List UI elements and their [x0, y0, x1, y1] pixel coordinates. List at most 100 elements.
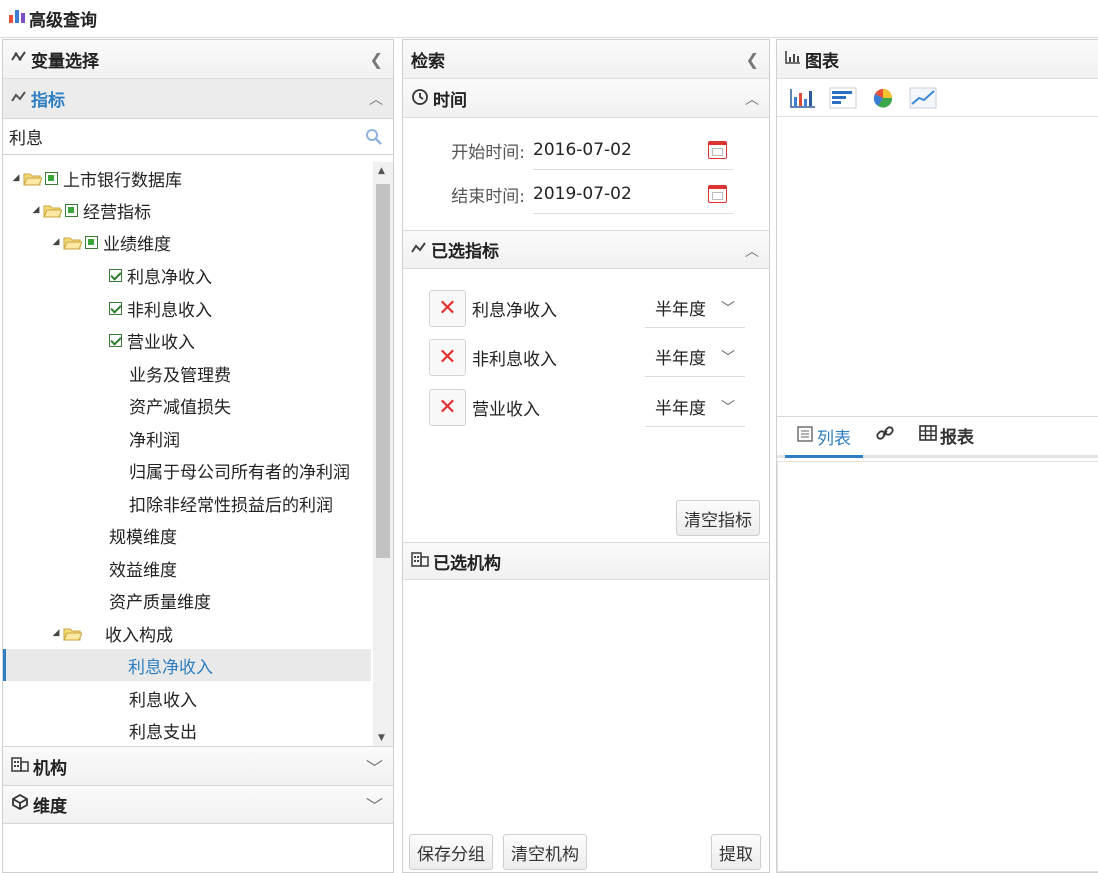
expand-icon[interactable]: ◢	[49, 628, 63, 638]
indicator-search-input[interactable]	[9, 126, 349, 147]
chevron-down-icon[interactable]: ﹀	[721, 397, 735, 417]
period-select[interactable]: 半年度 ﹀	[645, 387, 745, 427]
tree-leaf[interactable]: 业务及管理费	[129, 357, 231, 389]
expand-icon[interactable]: ◢	[49, 237, 63, 247]
calendar-icon[interactable]	[708, 141, 727, 159]
result-list-area	[777, 461, 1098, 872]
period-select[interactable]: 半年度 ﹀	[645, 288, 745, 328]
partial-checkbox[interactable]	[45, 171, 58, 185]
checked-checkbox[interactable]	[109, 268, 122, 282]
collapse-middle-icon[interactable]: ❮	[746, 40, 759, 79]
search-icon[interactable]	[365, 128, 383, 151]
tree-label: 利息支出	[129, 722, 197, 743]
tree-label: 规模维度	[109, 527, 177, 548]
tree-leaf-selected[interactable]: 利息净收入	[3, 649, 371, 681]
tab-link[interactable]	[863, 415, 907, 455]
end-date-field[interactable]: 2019-07-02	[533, 174, 733, 214]
partial-checkbox[interactable]	[85, 235, 98, 249]
tree-label: 非利息收入	[127, 300, 212, 321]
chevron-down-icon[interactable]: ﹀	[721, 347, 735, 367]
expand-icon[interactable]: ◢	[9, 173, 23, 183]
checked-checkbox[interactable]	[109, 301, 122, 315]
chevron-up-icon[interactable]: ︿	[745, 79, 759, 118]
tree-leaf-checked[interactable]: 非利息收入	[109, 292, 212, 324]
scroll-up-icon[interactable]: ▲	[378, 166, 385, 176]
remove-icon[interactable]: ✕	[429, 338, 466, 376]
building-icon	[411, 551, 429, 572]
chevron-down-icon[interactable]: ﹀	[366, 754, 383, 779]
indicator-tree: ◢ 上市银行数据库 ◢ 经营指标 ◢ 业绩维度 利息净收入 非利息收入 营业收入…	[3, 162, 373, 747]
org-section-title: 机构	[33, 758, 67, 779]
remove-icon[interactable]: ✕	[429, 289, 466, 327]
tree-label: 效益维度	[109, 560, 177, 581]
tree-label: 业绩维度	[103, 234, 171, 255]
tree-label: 经营指标	[83, 202, 151, 223]
tree-node-income[interactable]: ◢ 收入构成	[49, 617, 173, 649]
table-icon	[919, 424, 937, 446]
tree-leaf[interactable]: 净利润	[129, 422, 180, 454]
period-select[interactable]: 半年度 ﹀	[645, 337, 745, 377]
app-chart-icon	[8, 8, 26, 29]
tree-leaf[interactable]: 扣除非经常性损益后的利润	[129, 487, 333, 519]
chevron-up-icon[interactable]: ︿	[745, 231, 759, 270]
indicator-section-header[interactable]: 指标 ︿	[3, 79, 393, 119]
clear-indicators-button[interactable]: 清空指标	[676, 500, 760, 536]
period-value: 半年度	[655, 300, 706, 320]
tree-leaf[interactable]: 利息收入	[129, 682, 197, 714]
tree-node-level2[interactable]: ◢ 业绩维度	[49, 226, 171, 258]
start-date-row: 开始时间: 2016-07-02	[433, 129, 733, 171]
search-panel-header: 检索 ❮	[403, 40, 769, 79]
tree-label: 利息收入	[129, 690, 197, 711]
pie-chart-icon[interactable]	[869, 87, 897, 109]
start-date-field[interactable]: 2016-07-02	[533, 130, 733, 170]
dim-section-header[interactable]: 维度 ﹀	[3, 785, 393, 824]
indicator-section-title: 指标	[31, 91, 65, 111]
dim-section-title: 维度	[33, 797, 67, 817]
chevron-down-icon[interactable]: ﹀	[721, 298, 735, 318]
time-section-title: 时间	[433, 90, 467, 111]
bar-chart-icon[interactable]	[829, 87, 857, 109]
checked-checkbox[interactable]	[109, 333, 122, 347]
clear-orgs-button[interactable]: 清空机构	[503, 834, 587, 870]
time-section-header[interactable]: 时间 ︿	[403, 79, 769, 118]
scrollbar-thumb[interactable]	[376, 184, 390, 558]
selected-indicators-header[interactable]: 已选指标 ︿	[403, 230, 769, 269]
tree-node-dimension[interactable]: 资产质量维度	[109, 584, 211, 616]
partial-checkbox[interactable]	[65, 203, 78, 217]
list-icon	[797, 426, 813, 447]
collapse-left-icon[interactable]: ❮	[370, 40, 383, 79]
tab-list[interactable]: 列表	[785, 418, 863, 458]
variable-panel: 变量选择 ❮ 指标 ︿ ◢ 上市银行数据库 ◢ 经营指标 ◢	[2, 39, 394, 873]
tab-report[interactable]: 报表	[907, 415, 986, 455]
result-tabs: 列表 报表	[777, 416, 1098, 458]
calendar-icon[interactable]	[708, 185, 727, 203]
chevron-down-icon[interactable]: ﹀	[366, 792, 383, 817]
line-chart-icon[interactable]	[909, 87, 937, 109]
tree-leaf[interactable]: 归属于母公司所有者的净利润	[129, 454, 350, 486]
variable-panel-header: 变量选择 ❮	[3, 40, 393, 79]
expand-icon[interactable]: ◢	[29, 205, 43, 215]
tree-scrollbar[interactable]: ▲ ▼	[373, 162, 393, 747]
tree-leaf-checked[interactable]: 营业收入	[109, 324, 195, 356]
scroll-down-icon[interactable]: ▼	[378, 733, 385, 743]
tree-leaf-checked[interactable]: 利息净收入	[109, 259, 212, 291]
tree-node-level1[interactable]: ◢ 经营指标	[29, 194, 151, 226]
tree-label: 营业收入	[127, 332, 195, 353]
selected-indicator-name: 利息净收入	[472, 300, 557, 321]
save-group-button[interactable]: 保存分组	[409, 834, 493, 870]
tree-leaf[interactable]: 利息支出	[129, 714, 197, 746]
tree-node-dimension[interactable]: 规模维度	[109, 519, 177, 551]
tree-node-dimension[interactable]: 效益维度	[109, 552, 177, 584]
folder-open-icon	[43, 203, 63, 218]
extract-button[interactable]: 提取	[711, 834, 761, 870]
chevron-up-icon[interactable]: ︿	[369, 89, 383, 109]
end-date-value: 2019-07-02	[533, 183, 632, 204]
tree-label: 净利润	[129, 430, 180, 451]
tree-node-root[interactable]: ◢ 上市银行数据库	[9, 162, 182, 194]
org-section-header[interactable]: 机构 ﹀	[3, 746, 393, 785]
selected-indicator-row: ✕ 非利息收入 半年度 ﹀	[429, 335, 745, 379]
tree-leaf[interactable]: 资产减值损失	[129, 389, 231, 421]
remove-icon[interactable]: ✕	[429, 388, 466, 426]
column-chart-icon[interactable]	[789, 87, 817, 109]
selected-indicator-row: ✕ 营业收入 半年度 ﹀	[429, 385, 745, 429]
